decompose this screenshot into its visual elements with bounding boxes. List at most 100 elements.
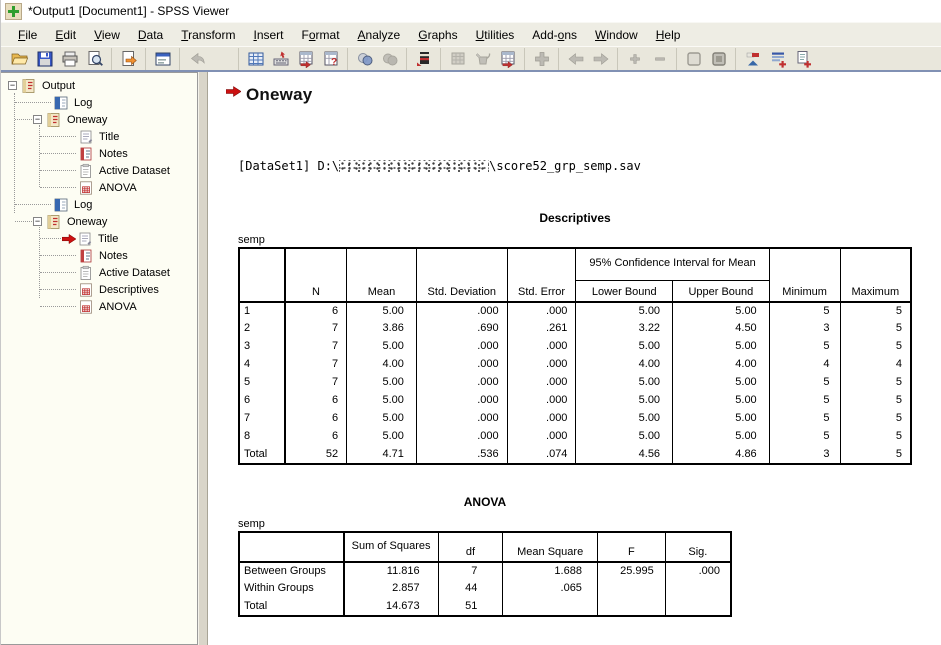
value-cell: .000 [416,410,507,428]
open-folder-icon[interactable] [7,48,32,70]
menu-add-ons[interactable]: Add-ons [523,25,586,45]
variable-info-icon[interactable]: ? [318,48,343,70]
descriptives-section: Descriptives semp N Mean Std. Deviation … [238,211,912,465]
value-cell: 14.673 [344,598,439,616]
tree-item-oneway[interactable]: − Oneway [1,111,197,128]
row-label-cell: 5 [239,374,285,392]
value-cell: 4.00 [347,356,417,374]
tree-item-label: Log [74,199,92,211]
stattable-icon [78,282,94,298]
tree-item-label: ANOVA [99,182,137,194]
value-cell: 5.00 [347,338,417,356]
goto-data-grid-icon[interactable] [243,48,268,70]
tree-item-label: Oneway [67,216,107,228]
collapse-promote-icon[interactable] [740,48,765,70]
value-cell: 7 [285,356,347,374]
value-cell: 5.00 [347,374,417,392]
notes-icon [78,248,94,264]
value-cell [665,598,731,616]
anova-table[interactable]: Sum of Squares df Mean Square F Sig. Bet… [238,531,732,617]
table-row: 273.86.690.2613.224.5035 [239,320,911,338]
value-cell: .000 [507,374,576,392]
tree-expander-icon[interactable]: − [33,217,42,226]
value-cell: 5.00 [673,302,770,320]
tree-item-notes[interactable]: Notes [1,145,197,162]
undo-icon[interactable] [184,48,209,70]
pane-splitter[interactable] [198,72,208,645]
tree-item-active-dataset[interactable]: Active Dataset [1,264,197,281]
insert-heading-icon[interactable] [765,48,790,70]
promote-plus-icon[interactable] [622,48,647,70]
designate-window-icon[interactable] [470,48,495,70]
hide-item-icon[interactable] [706,48,731,70]
table-row: 375.00.000.0005.005.0055 [239,338,911,356]
table-row: 575.00.000.0005.005.0055 [239,374,911,392]
value-cell: 5.00 [673,374,770,392]
row-label-cell: Within Groups [239,580,344,598]
title-icon [78,129,94,145]
tree-item-active-dataset[interactable]: Active Dataset [1,162,197,179]
column-header [239,248,285,302]
menu-help[interactable]: Help [647,25,690,45]
tree-item-descriptives[interactable]: Descriptives [1,281,197,298]
table-row: 765.00.000.0005.005.0055 [239,410,911,428]
recall-dialog-icon[interactable] [150,48,175,70]
save-icon[interactable] [32,48,57,70]
run-script-icon[interactable] [411,48,436,70]
tree-item-label: ANOVA [99,301,137,313]
menu-file[interactable]: File [9,25,46,45]
tree-item-anova[interactable]: ANOVA [1,298,197,315]
menu-window[interactable]: Window [586,25,647,45]
find-icon[interactable] [352,48,377,70]
value-cell: .065 [503,580,598,598]
tree-item-label: Oneway [67,114,107,126]
menu-transform[interactable]: Transform [172,25,244,45]
outline-tree-pane[interactable]: −OutputLog−OnewayTitleNotesActive Datase… [1,72,198,645]
value-cell: 3.86 [347,320,417,338]
redo-icon[interactable] [209,48,234,70]
output-content-pane[interactable]: Oneway [DataSet1] D:\\score52_grp_semp.s… [208,72,941,645]
use-sets-icon[interactable] [377,48,402,70]
export-output-icon[interactable] [116,48,141,70]
navigate-forward-icon[interactable] [588,48,613,70]
table-tool-icon[interactable] [445,48,470,70]
tree-item-title[interactable]: Title [1,128,197,145]
menu-edit[interactable]: Edit [46,25,85,45]
value-cell: 51 [438,598,503,616]
menu-format[interactable]: Format [293,25,349,45]
menu-view[interactable]: View [85,25,129,45]
tree-item-notes[interactable]: Notes [1,247,197,264]
log-icon [53,197,69,213]
tree-expander-icon[interactable]: − [33,115,42,124]
insert-text-icon[interactable] [790,48,815,70]
menu-data[interactable]: Data [129,25,172,45]
show-item-icon[interactable] [681,48,706,70]
value-cell [597,580,665,598]
navigate-back-icon[interactable] [563,48,588,70]
printer-icon[interactable] [57,48,82,70]
insert-break-cross-icon[interactable] [529,48,554,70]
tree-item-title[interactable]: Title [1,230,197,247]
print-preview-icon[interactable] [82,48,107,70]
tree-item-output[interactable]: −Output [1,77,197,94]
tree-item-anova[interactable]: ANOVA [1,179,197,196]
tree-item-log[interactable]: Log [1,196,197,213]
tree-expander-icon[interactable]: − [8,81,17,90]
value-cell: 7 [438,562,503,580]
tree-item-oneway[interactable]: − Oneway [1,213,197,230]
demote-minus-icon[interactable] [647,48,672,70]
goto-output-item-icon[interactable] [495,48,520,70]
value-cell: 5.00 [673,410,770,428]
menu-graphs[interactable]: Graphs [409,25,466,45]
insert-variable-table-icon[interactable] [293,48,318,70]
row-label-cell: 1 [239,302,285,320]
value-cell: 4.50 [673,320,770,338]
tree-item-log[interactable]: Log [1,94,197,111]
value-cell: .000 [507,356,576,374]
menu-analyze[interactable]: Analyze [349,25,410,45]
menu-insert[interactable]: Insert [244,25,292,45]
goto-case-keyboard-icon[interactable] [268,48,293,70]
menu-utilities[interactable]: Utilities [467,25,524,45]
descriptives-table[interactable]: N Mean Std. Deviation Std. Error 95% Con… [238,247,912,465]
value-cell: 7 [285,374,347,392]
